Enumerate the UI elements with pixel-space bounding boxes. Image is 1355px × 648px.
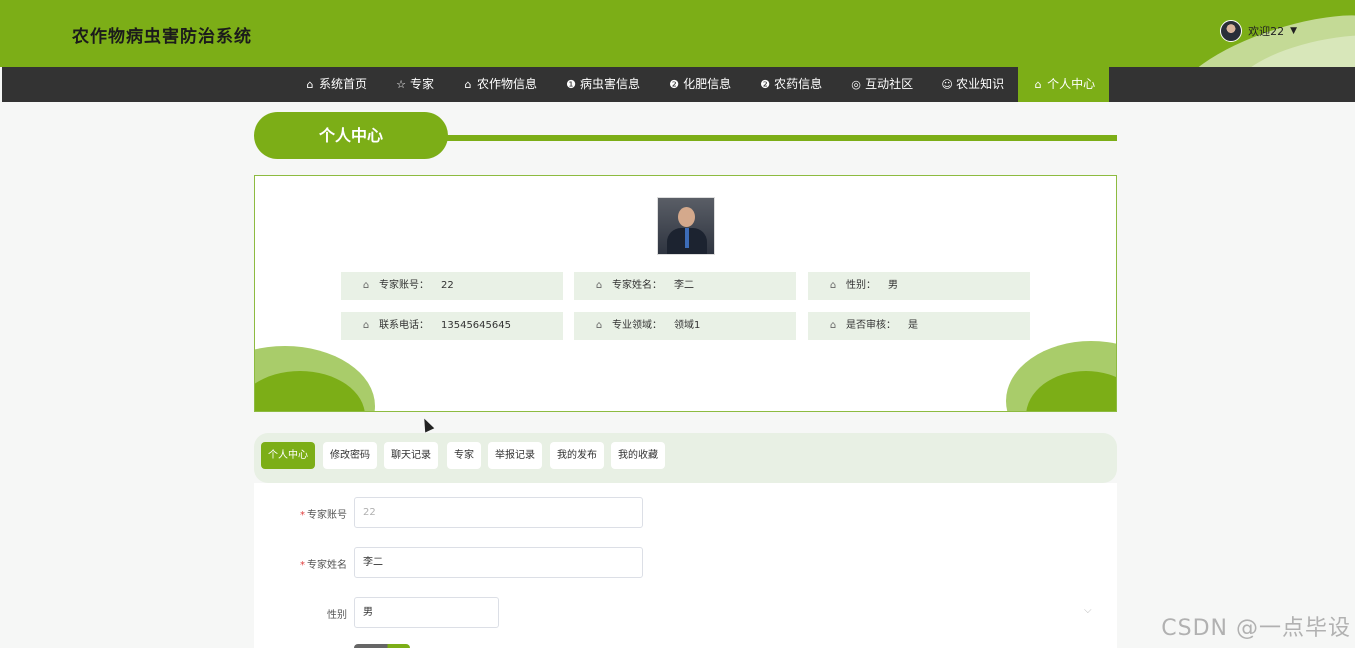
section-divider <box>440 135 1117 141</box>
nav-item-community[interactable]: ◎ 互动社区 <box>836 67 927 102</box>
nav-label: 农药信息 <box>774 77 823 91</box>
welcome-text: 欢迎22 <box>1248 25 1285 38</box>
home-icon: ⌂ <box>829 320 837 331</box>
profile-photo <box>657 197 715 255</box>
home-icon: ⌂ <box>1034 78 1042 91</box>
account-field[interactable]: 22 <box>354 497 643 528</box>
smile-icon: ☺ <box>941 78 953 91</box>
tab-experts[interactable]: 专家 <box>447 442 481 469</box>
info-gender: ⌂ 性别： 男 <box>808 272 1030 300</box>
info-name: ⌂ 专家姓名： 李二 <box>574 272 796 300</box>
nav-label: 专家 <box>410 77 435 91</box>
nav-label: 个人中心 <box>1047 77 1096 91</box>
help-icon: ❷ <box>669 78 679 91</box>
info-label: 专业领域： <box>612 320 662 331</box>
nav-item-crops[interactable]: ⌂ 农作物信息 <box>448 67 551 102</box>
tab-change-password[interactable]: 修改密码 <box>323 442 377 469</box>
name-field[interactable]: 李二 <box>354 547 643 578</box>
info-value: 李二 <box>674 280 694 291</box>
nav-label: 系统首页 <box>319 77 368 91</box>
profile-card: ⌂ 专家账号： 22 ⌂ 专家姓名： 李二 ⌂ 性别： 男 ⌂ 联系电话： 13… <box>254 175 1117 412</box>
nav-label: 病虫害信息 <box>580 77 641 91</box>
info-field: ⌂ 专业领域： 领域1 <box>574 312 796 340</box>
profile-form: * 专家账号 22 * 专家姓名 李二 性别 男 ⌵ <box>254 483 1117 648</box>
nav-label: 农作物信息 <box>477 77 538 91</box>
top-header: 农作物病虫害防治系统 欢迎22 ▼ <box>0 0 1355 67</box>
user-avatar <box>1220 20 1243 42</box>
home-icon: ⌂ <box>595 320 603 331</box>
nav-label: 农业知识 <box>956 77 1005 91</box>
nav-item-profile[interactable]: ⌂ 个人中心 <box>1018 67 1110 102</box>
main-nav: ⌂ 系统首页 ☆ 专家 ⌂ 农作物信息 ❶ 病虫害信息 ❷ 化肥信息 ❷ 农药信息 ◎ 互动社… <box>2 67 1355 102</box>
info-label: 专家账号： <box>379 280 429 291</box>
site-title: 农作物病虫害防治系统 <box>72 27 252 47</box>
tab-my-posts[interactable]: 我的发布 <box>550 442 604 469</box>
section-title: 个人中心 <box>254 112 448 159</box>
info-value: 领域1 <box>674 320 701 331</box>
tab-profile[interactable]: 个人中心 <box>261 442 315 469</box>
nav-label: 互动社区 <box>865 77 914 91</box>
chevron-down-icon: ⌵ <box>1084 605 1092 616</box>
info-review: ⌂ 是否审核： 是 <box>808 312 1030 340</box>
info-icon: ❶ <box>566 78 576 91</box>
mouse-cursor-icon <box>419 416 435 433</box>
watermark: CSDN @一点毕设 <box>1161 616 1351 641</box>
name-label: * 专家姓名 <box>300 560 347 571</box>
nav-label: 化肥信息 <box>683 77 732 91</box>
nav-item-pests[interactable]: ❶ 病虫害信息 <box>551 67 654 102</box>
home-icon: ⌂ <box>595 280 603 291</box>
info-value: 13545645645 <box>441 320 511 331</box>
gender-label: 性别 <box>327 610 347 621</box>
home-icon: ⌂ <box>306 78 314 91</box>
nav-item-home[interactable]: ⌂ 系统首页 <box>290 67 381 102</box>
gender-select[interactable]: 男 <box>354 597 499 628</box>
user-menu[interactable]: 欢迎22 ▼ <box>1220 20 1297 42</box>
globe-icon: ◎ <box>851 78 861 91</box>
info-phone: ⌂ 联系电话： 13545645645 <box>341 312 563 340</box>
toggle-switch[interactable] <box>354 644 410 648</box>
home-icon: ⌂ <box>362 320 370 331</box>
nav-item-experts[interactable]: ☆ 专家 <box>381 67 448 102</box>
tab-my-favorites[interactable]: 我的收藏 <box>611 442 665 469</box>
tab-reports[interactable]: 举报记录 <box>488 442 542 469</box>
info-value: 是 <box>908 320 918 331</box>
info-value: 22 <box>441 280 454 291</box>
info-account: ⌂ 专家账号： 22 <box>341 272 563 300</box>
info-label: 性别： <box>846 280 876 291</box>
tab-chat-history[interactable]: 聊天记录 <box>384 442 438 469</box>
account-label: * 专家账号 <box>300 510 347 521</box>
bag-icon: ⌂ <box>464 78 472 91</box>
chevron-down-icon: ▼ <box>1290 26 1297 36</box>
star-icon: ☆ <box>396 78 406 91</box>
info-label: 是否审核： <box>846 320 896 331</box>
info-label: 专家姓名： <box>612 280 662 291</box>
help-icon: ❷ <box>760 78 771 91</box>
info-label: 联系电话： <box>379 320 429 331</box>
nav-item-fertilizer[interactable]: ❷ 化肥信息 <box>654 67 745 102</box>
nav-item-knowledge[interactable]: ☺ 农业知识 <box>927 67 1018 102</box>
profile-tabs: 个人中心 修改密码 聊天记录 专家 举报记录 我的发布 我的收藏 <box>254 433 1117 483</box>
home-icon: ⌂ <box>362 280 370 291</box>
nav-item-pesticide[interactable]: ❷ 农药信息 <box>745 67 836 102</box>
home-icon: ⌂ <box>829 280 837 291</box>
info-value: 男 <box>888 280 898 291</box>
